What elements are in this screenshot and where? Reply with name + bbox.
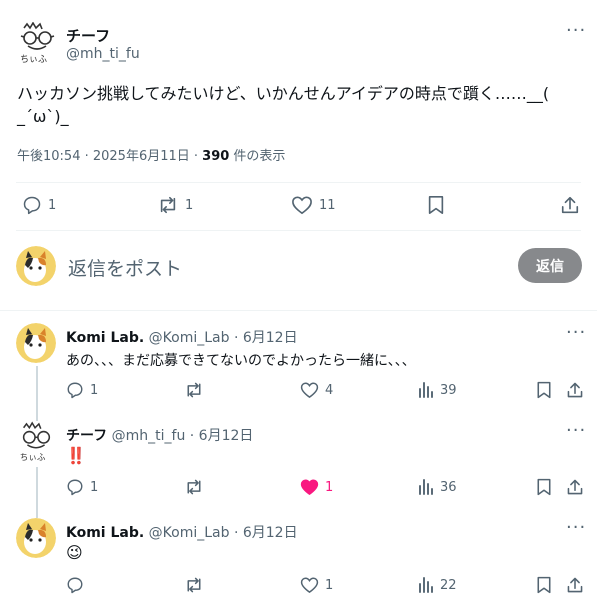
more-dots-icon[interactable]: ···: [566, 519, 586, 537]
views-button[interactable]: 36: [418, 478, 457, 496]
reply-date[interactable]: · 6月12日: [230, 525, 298, 541]
speech-bubble-icon: [66, 478, 84, 496]
reply-button[interactable]: [66, 576, 84, 594]
reply-count: 1: [90, 479, 99, 495]
share-button[interactable]: [566, 576, 584, 594]
bookmark-button[interactable]: [536, 478, 552, 496]
svg-text:ちぃふ: ちぃふ: [20, 452, 46, 463]
share-button[interactable]: [566, 381, 584, 399]
svg-text:ちぃふ: ちぃふ: [20, 54, 47, 65]
compose-input[interactable]: 返信をポスト: [68, 254, 182, 281]
bar-chart-icon: [418, 576, 434, 594]
bar-chart-icon: [418, 381, 434, 399]
more-dots-icon[interactable]: ···: [566, 422, 586, 440]
avatar-chief[interactable]: ちぃふ: [16, 21, 56, 65]
divider: [0, 310, 597, 311]
divider: [16, 182, 581, 183]
upload-icon: [560, 195, 580, 215]
bookmark-button[interactable]: [427, 195, 445, 215]
divider: [16, 230, 581, 231]
reply-count: 1: [48, 197, 57, 213]
views-button[interactable]: 39: [418, 381, 457, 399]
reply-author-handle[interactable]: @mh_ti_fu: [112, 428, 186, 444]
heart-icon: [291, 195, 313, 215]
share-button[interactable]: [560, 195, 580, 215]
repost-arrows-icon: [184, 478, 204, 496]
reply-date[interactable]: · 6月12日: [185, 428, 254, 444]
bookmark-icon: [536, 381, 552, 399]
bookmark-icon: [427, 195, 445, 215]
bookmark-button[interactable]: [536, 576, 552, 594]
avatar-current-user[interactable]: [16, 246, 56, 286]
speech-bubble-icon: [66, 381, 84, 399]
reply-button[interactable]: 1: [66, 381, 98, 399]
reply-text: あの、、、まだ応募できてないのでよかったら一緒に、、、: [66, 353, 416, 369]
reply-header: チーフ @mh_ti_fu · 6月12日: [66, 425, 253, 445]
like-button[interactable]: 4: [300, 381, 333, 399]
repost-count: 1: [185, 197, 194, 213]
post-author-name[interactable]: チーフ: [66, 25, 110, 46]
reply-author-name[interactable]: チーフ: [66, 428, 107, 444]
avatar-chief[interactable]: ちぃふ: [16, 421, 56, 463]
repost-arrows-icon: [184, 381, 204, 399]
avatar-komi-lab[interactable]: [16, 323, 56, 363]
more-dots-icon[interactable]: ···: [566, 324, 586, 342]
speech-bubble-icon: [22, 195, 42, 215]
bar-chart-icon: [418, 478, 434, 496]
post-text-line1: ハッカソン挑戦してみたいけど、いかんせんアイデアの時点で躓く……__(: [17, 84, 550, 103]
reply-text: 😉: [66, 543, 83, 562]
reply-header: Komi Lab. @Komi_Lab · 6月12日: [66, 522, 298, 542]
like-button[interactable]: 1: [300, 576, 333, 594]
reply-author-name[interactable]: Komi Lab.: [66, 330, 144, 346]
like-count: 4: [325, 382, 334, 398]
reply-count: 1: [90, 382, 99, 398]
views-button[interactable]: 22: [418, 576, 457, 594]
avatar-komi-lab[interactable]: [16, 518, 56, 558]
like-button[interactable]: 11: [291, 195, 336, 215]
post-view-label: 件の表示: [229, 149, 286, 164]
upload-icon: [566, 576, 584, 594]
reply-header: Komi Lab. @Komi_Lab · 6月12日: [66, 327, 298, 347]
bookmark-button[interactable]: [536, 381, 552, 399]
post-time[interactable]: 午後10:54 · 2025年6月11日 ·: [17, 149, 202, 164]
like-count: 1: [325, 479, 334, 495]
reply-button[interactable]: 1: [22, 195, 56, 215]
view-count: 36: [440, 479, 457, 495]
upload-icon: [566, 478, 584, 496]
reply-date[interactable]: · 6月12日: [230, 330, 298, 346]
post-view-count: 390: [202, 149, 230, 164]
thread-line: [36, 467, 38, 518]
repost-button[interactable]: 1: [157, 195, 193, 215]
repost-arrows-icon: [184, 576, 204, 594]
repost-button[interactable]: [184, 478, 204, 496]
share-button[interactable]: [566, 478, 584, 496]
view-count: 39: [440, 382, 457, 398]
like-button[interactable]: 1: [300, 478, 333, 496]
reply-text: ‼️: [66, 446, 86, 465]
reply-button[interactable]: 1: [66, 478, 98, 496]
reply-author-handle[interactable]: @Komi_Lab: [149, 330, 230, 346]
reply-submit-button[interactable]: 返信: [518, 248, 582, 283]
heart-icon: [300, 576, 319, 594]
view-count: 22: [440, 577, 457, 593]
repost-button[interactable]: [184, 381, 204, 399]
post-meta: 午後10:54 · 2025年6月11日 · 390 件の表示: [17, 145, 285, 164]
heart-icon: [300, 381, 319, 399]
reply-author-name[interactable]: Komi Lab.: [66, 525, 144, 541]
like-count: 11: [319, 197, 336, 213]
repost-arrows-icon: [157, 195, 179, 215]
upload-icon: [566, 381, 584, 399]
bookmark-icon: [536, 576, 552, 594]
post-text-line2: _´ω`)_: [17, 107, 69, 126]
thread-line: [36, 366, 38, 421]
like-count: 1: [325, 577, 334, 593]
more-dots-icon[interactable]: ···: [566, 22, 586, 40]
heart-icon: [300, 478, 319, 496]
repost-button[interactable]: [184, 576, 204, 594]
reply-author-handle[interactable]: @Komi_Lab: [149, 525, 230, 541]
post-author-handle[interactable]: @mh_ti_fu: [66, 46, 140, 62]
bookmark-icon: [536, 478, 552, 496]
speech-bubble-icon: [66, 576, 84, 594]
